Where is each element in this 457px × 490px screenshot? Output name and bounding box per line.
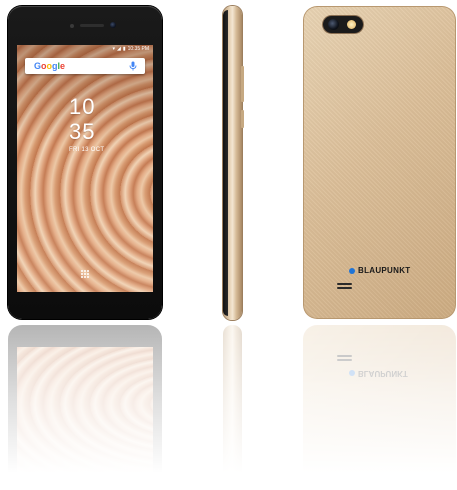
power-button	[241, 110, 244, 128]
side-reflection	[223, 325, 242, 490]
clock-minute: 35	[69, 119, 96, 144]
brand-logo: BLAUPUNKT	[349, 266, 410, 275]
camera-module	[323, 16, 363, 33]
earpiece-speaker	[80, 24, 104, 27]
status-time: 10:35 PM	[127, 46, 149, 52]
product-photo: ▾ ◢ ▮ 10:35 PM Google 10 35 FRI 13 OCT B…	[0, 0, 457, 490]
google-logo: Google	[34, 61, 65, 71]
back-reflection: BLAUPUNKT	[303, 325, 456, 490]
phone-screen: ▾ ◢ ▮ 10:35 PM Google 10 35 FRI 13 OCT	[17, 45, 153, 292]
front-camera-icon	[110, 22, 116, 28]
wifi-icon: ▾	[112, 46, 115, 52]
proximity-sensor	[70, 24, 74, 28]
front-reflection	[8, 325, 162, 490]
clock-date: FRI 13 OCT	[69, 147, 105, 153]
brand-dot-icon	[349, 267, 355, 274]
google-logo-letter: e	[60, 61, 66, 71]
status-bar: ▾ ◢ ▮ 10:35 PM	[17, 45, 153, 54]
rear-camera-icon	[328, 19, 339, 30]
google-logo-letter: G	[34, 61, 42, 71]
front-bottom-bezel	[8, 296, 162, 319]
signal-icon: ◢	[116, 46, 121, 52]
front-top-bezel	[8, 6, 162, 44]
app-drawer-icon[interactable]	[80, 269, 90, 279]
mic-icon[interactable]	[128, 61, 138, 71]
clock-hour: 10	[69, 94, 96, 119]
volume-button	[241, 66, 244, 102]
google-search-bar[interactable]: Google	[25, 58, 145, 74]
phone-front-view: ▾ ◢ ▮ 10:35 PM Google 10 35 FRI 13 OCT	[8, 6, 162, 319]
battery-icon: ▮	[122, 46, 126, 52]
brand-name: BLAUPUNKT	[358, 266, 411, 275]
phone-side-view	[223, 6, 244, 320]
phone-back-view: BLAUPUNKT	[303, 6, 456, 319]
side-screen-edge	[223, 10, 228, 316]
flash-icon	[347, 20, 356, 29]
rear-speaker-grille	[337, 283, 352, 291]
